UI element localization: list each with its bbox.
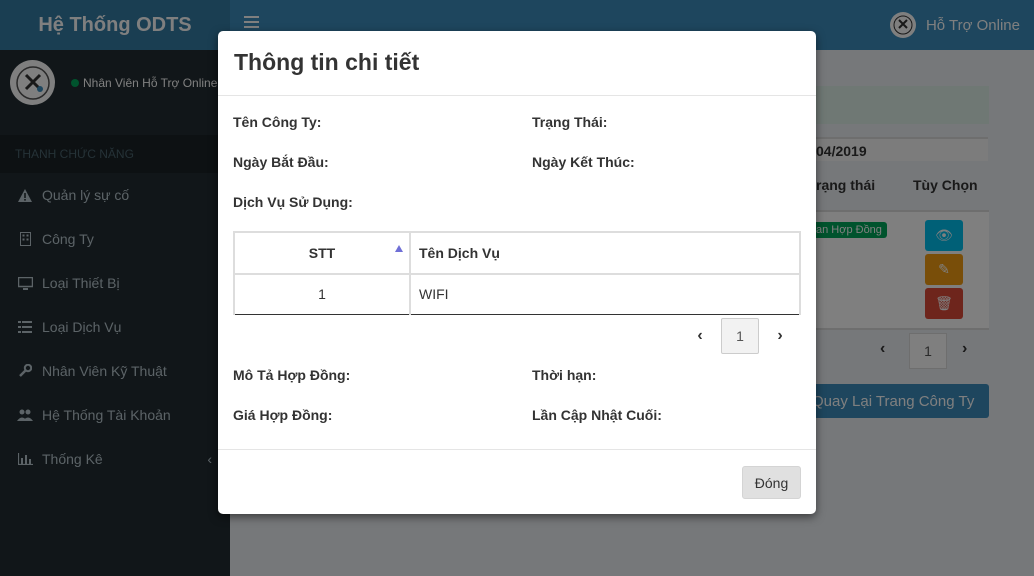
close-button[interactable]: Đóng bbox=[742, 466, 801, 499]
pager-page[interactable]: 1 bbox=[721, 318, 759, 354]
sort-asc-icon bbox=[395, 245, 403, 252]
detail-modal: Thông tin chi tiết Tên Công Ty: Trạng Th… bbox=[218, 31, 816, 514]
field-services: Dịch Vụ Sử Dụng: bbox=[233, 194, 353, 210]
field-description: Mô Tả Hợp Đồng: bbox=[233, 367, 351, 383]
field-end-date: Ngày Kết Thúc: bbox=[532, 154, 635, 170]
field-start-date: Ngày Bắt Đầu: bbox=[233, 154, 329, 170]
pager-prev-icon[interactable]: ‹ bbox=[690, 327, 710, 345]
services-table: STT Tên Dịch Vụ 1 WIFI bbox=[233, 231, 801, 315]
table-cell-stt: 1 bbox=[233, 273, 411, 315]
table-cell-service-name: WIFI bbox=[409, 273, 801, 315]
column-header-service-name[interactable]: Tên Dịch Vụ bbox=[409, 231, 801, 275]
field-last-update: Lần Cập Nhật Cuối: bbox=[532, 407, 662, 423]
modal-title: Thông tin chi tiết bbox=[218, 31, 816, 96]
field-status: Trạng Thái: bbox=[532, 114, 608, 130]
field-duration: Thời hạn: bbox=[532, 367, 597, 383]
table-row: 1 WIFI bbox=[233, 273, 801, 315]
modal-footer: Đóng bbox=[218, 449, 816, 514]
pager-next-icon[interactable]: › bbox=[770, 327, 790, 345]
column-header-stt[interactable]: STT bbox=[233, 231, 411, 275]
pagination: ‹ 1 › bbox=[690, 318, 790, 354]
field-company: Tên Công Ty: bbox=[233, 114, 322, 130]
field-price: Giá Hợp Đồng: bbox=[233, 407, 333, 423]
